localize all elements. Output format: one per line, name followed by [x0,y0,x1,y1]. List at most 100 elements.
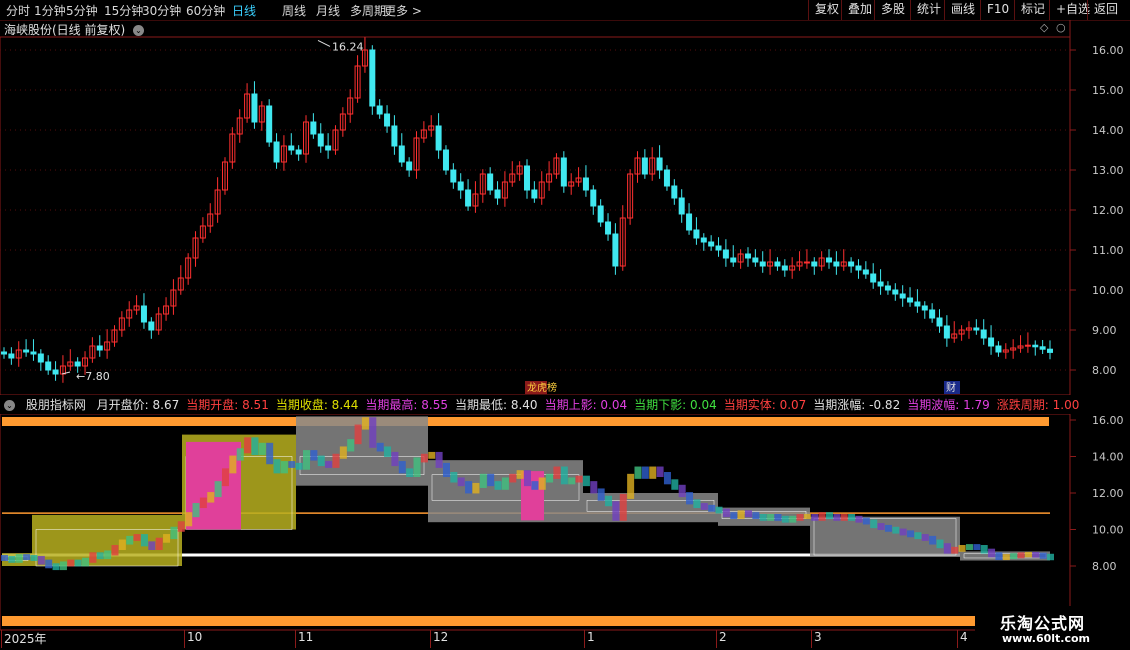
daily-mini-box [428,451,436,459]
daily-mini-box [619,493,627,521]
daily-mini-box [818,512,826,521]
candle-body [663,169,670,187]
daily-mini-box [15,554,23,563]
daily-mini-box [1039,552,1047,559]
daily-mini-box [759,513,767,521]
daily-mini-box [126,535,134,545]
candle-body [74,361,81,367]
daily-mini-box [140,534,148,547]
indicator-value-1: 当期开盘: 8.51 [186,398,269,412]
candle-body [560,157,567,187]
daily-mini-box [361,417,369,430]
candle-body [597,205,604,223]
candle-body [251,93,258,123]
indicator-value-7: 当期实体: 0.07 [723,398,807,412]
daily-mini-box [678,484,686,498]
daily-mini-box [303,450,311,470]
chevron-down-icon[interactable]: ⌄ [4,400,15,411]
candle-body [899,293,906,299]
daily-mini-box [605,495,613,507]
daily-mini-box [8,555,16,563]
daily-mini-box [752,512,760,519]
candle-body [980,329,987,339]
longhubang-marker: 龙虎榜 [527,381,557,394]
candle-body [494,189,501,199]
daily-mini-box [59,561,67,571]
daily-mini-box [1032,551,1040,558]
candle-body [744,253,751,259]
candle-body [612,233,619,267]
low-price-label: ←7.80 [76,370,110,383]
price-chart[interactable]: 16.00 15.00 14.00 13.00 12.00 11.00 10.00 9.00 8… [0,0,1130,395]
daily-mini-box [104,550,112,560]
daily-mini-box [892,526,900,534]
candle-body [148,321,155,331]
daily-mini-box [531,481,539,490]
candle-body [37,353,44,363]
y-tick-label: 8.00 [1092,364,1117,377]
daily-mini-box [457,477,465,487]
x-axis-tick [430,630,431,648]
indicator-chart[interactable]: 16.00 14.00 12.00 10.00 8.00 [0,414,1130,650]
daily-mini-box [973,544,981,551]
daily-mini-box [951,546,959,554]
daily-mini-box [236,448,244,461]
daily-mini-box [339,446,347,459]
daily-mini-box [118,539,126,551]
daily-mini-box [1024,551,1032,558]
daily-mini-box [560,466,568,485]
x-axis-label: 11 [298,630,314,644]
indicator-y-tick: 10.00 [1092,524,1124,537]
daily-mini-box [1017,552,1025,559]
candle-body [722,249,729,259]
candle-body [921,305,928,311]
candle-body [465,189,472,207]
daily-mini-box [553,466,561,479]
daily-mini-box [649,466,657,479]
candle-body [398,145,405,163]
x-axis-tick [811,630,812,648]
candle-body [988,337,995,347]
candle-body [524,165,530,191]
indicator-y-tick: 14.00 [1092,451,1124,464]
daily-mini-box [384,446,392,457]
daily-mini-box [23,554,31,561]
daily-mini-box [988,548,996,558]
candle-body [450,169,457,183]
y-tick-label: 12.00 [1092,204,1124,217]
daily-mini-box [627,473,635,499]
candle-body [774,261,781,267]
candle-body [1024,344,1031,347]
daily-mini-box [708,504,716,512]
daily-mini-box [833,513,841,521]
daily-mini-box [376,442,384,452]
y-tick-label: 14.00 [1092,124,1124,137]
daily-mini-box [737,510,745,519]
x-axis-tick [1,630,2,648]
candle-body [23,349,30,353]
daily-mini-box [391,451,399,467]
daily-mini-box [899,528,907,536]
daily-mini-box [789,515,797,523]
x-axis-label: 4 [960,630,968,644]
daily-mini-box [907,530,915,538]
candle-body [730,257,737,263]
daily-mini-box [516,470,524,479]
candle-body [811,261,818,267]
high-pointer [317,39,331,47]
daily-mini-box [435,451,443,468]
candle-body [435,125,442,151]
candle-body [582,177,589,191]
daily-mini-box [656,466,664,478]
daily-mini-box [450,472,458,483]
candle-body [288,145,295,151]
y-tick-label: 13.00 [1092,164,1124,177]
indicator-value-2: 当期收盘: 8.44 [275,398,359,412]
candle-body [870,273,877,283]
candle-body [936,317,943,327]
candle-body [715,245,722,251]
candle-body [30,351,37,355]
daily-mini-box [221,468,229,487]
daily-mini-box [177,521,185,532]
candle-body [641,157,648,175]
